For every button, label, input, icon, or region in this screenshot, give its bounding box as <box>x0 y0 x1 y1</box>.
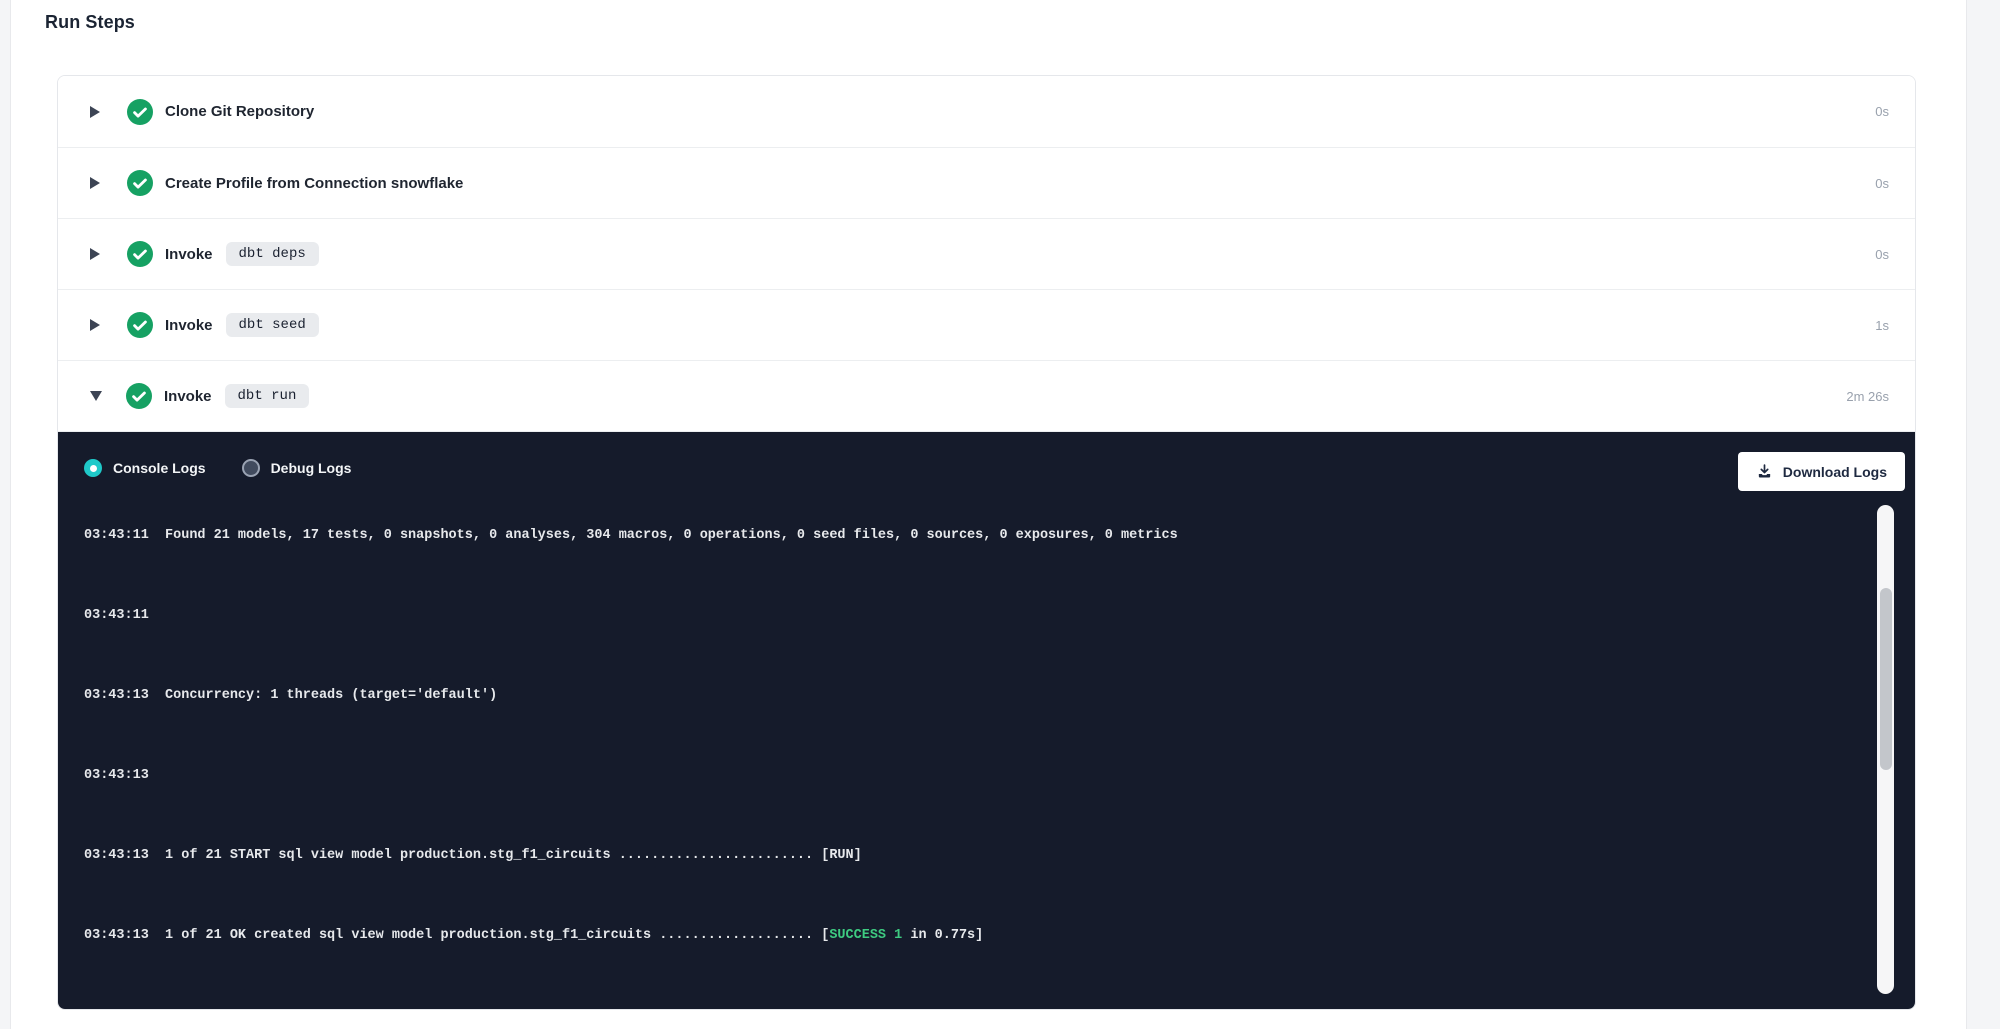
success-check-icon <box>127 170 153 196</box>
run-step-row[interactable]: Invoke dbt deps 0s <box>58 218 1915 289</box>
step-label: Invoke <box>165 317 213 334</box>
log-output: 03:43:11 Found 21 models, 17 tests, 0 sn… <box>84 496 1864 1002</box>
step-label: Invoke <box>164 388 212 405</box>
content-page: Run Steps Clone Git Repository 0s Create… <box>10 0 1967 1029</box>
success-check-icon <box>127 241 153 267</box>
log-line: 03:43:11 <box>84 606 1864 626</box>
log-timestamp: 03:43:13 <box>84 848 149 863</box>
log-lines: 03:43:11 Found 21 models, 17 tests, 0 sn… <box>84 496 1864 1002</box>
chevron-right-icon[interactable] <box>90 319 100 331</box>
download-logs-button[interactable]: Download Logs <box>1738 452 1905 491</box>
log-timestamp: 03:43:13 <box>84 768 149 783</box>
console-logs-radio[interactable]: Console Logs <box>84 459 206 477</box>
chevron-right-icon[interactable] <box>90 248 100 260</box>
log-line: 03:43:11 Found 21 models, 17 tests, 0 sn… <box>84 526 1864 546</box>
step-duration: 0s <box>1875 247 1889 262</box>
run-step-row[interactable]: Invoke dbt seed 1s <box>58 289 1915 360</box>
success-check-icon <box>127 99 153 125</box>
log-timestamp: 03:43:11 <box>84 608 149 623</box>
log-timestamp: 03:43:13 <box>84 688 149 703</box>
step-label: Invoke <box>165 246 213 263</box>
log-line: 03:43:13 1 of 21 OK created sql view mod… <box>84 926 1864 946</box>
step-duration: 1s <box>1875 318 1889 333</box>
run-steps-card: Clone Git Repository 0s Create Profile f… <box>57 75 1916 1010</box>
success-check-icon <box>127 312 153 338</box>
step-duration: 2m 26s <box>1846 389 1889 404</box>
step-label: Create Profile from Connection snowflake <box>165 175 463 192</box>
download-logs-label: Download Logs <box>1783 464 1887 480</box>
run-step-row[interactable]: Invoke dbt run 2m 26s <box>58 360 1915 431</box>
step-command-chip: dbt deps <box>226 242 319 266</box>
chevron-right-icon[interactable] <box>90 177 100 189</box>
console-panel: Console Logs Debug Logs Download Logs 03… <box>58 431 1915 1009</box>
log-timestamp: 03:43:11 <box>84 528 149 543</box>
log-line: 03:43:13 <box>84 766 1864 786</box>
log-scrollbar-track[interactable] <box>1877 505 1894 994</box>
step-command-chip: dbt seed <box>226 313 319 337</box>
step-duration: 0s <box>1875 176 1889 191</box>
log-tabs: Console Logs Debug Logs <box>84 459 387 477</box>
log-message: Found 21 models, 17 tests, 0 snapshots, … <box>149 528 1178 543</box>
log-line: 03:43:13 Concurrency: 1 threads (target=… <box>84 686 1864 706</box>
step-duration: 0s <box>1875 104 1889 119</box>
chevron-down-icon[interactable] <box>90 391 102 401</box>
download-icon <box>1756 463 1773 480</box>
log-message: Concurrency: 1 threads (target='default'… <box>149 688 497 703</box>
step-command-chip: dbt run <box>225 384 310 408</box>
chevron-right-icon[interactable] <box>90 106 100 118</box>
console-logs-label: Console Logs <box>113 460 206 476</box>
steps-list: Clone Git Repository 0s Create Profile f… <box>58 76 1915 431</box>
page-title: Run Steps <box>45 12 135 33</box>
run-step-row[interactable]: Create Profile from Connection snowflake… <box>58 147 1915 218</box>
log-message: 1 of 21 OK created sql view model produc… <box>149 928 983 943</box>
log-line: 03:43:13 1 of 21 START sql view model pr… <box>84 846 1864 866</box>
debug-logs-label: Debug Logs <box>271 460 352 476</box>
radio-selected-icon[interactable] <box>84 459 102 477</box>
step-label: Clone Git Repository <box>165 103 314 120</box>
debug-logs-radio[interactable]: Debug Logs <box>242 459 352 477</box>
log-scrollbar-thumb[interactable] <box>1880 588 1892 770</box>
success-check-icon <box>126 383 152 409</box>
log-timestamp: 03:43:13 <box>84 928 149 943</box>
run-step-row[interactable]: Clone Git Repository 0s <box>58 76 1915 147</box>
radio-unselected-icon[interactable] <box>242 459 260 477</box>
log-message: 1 of 21 START sql view model production.… <box>149 848 862 863</box>
